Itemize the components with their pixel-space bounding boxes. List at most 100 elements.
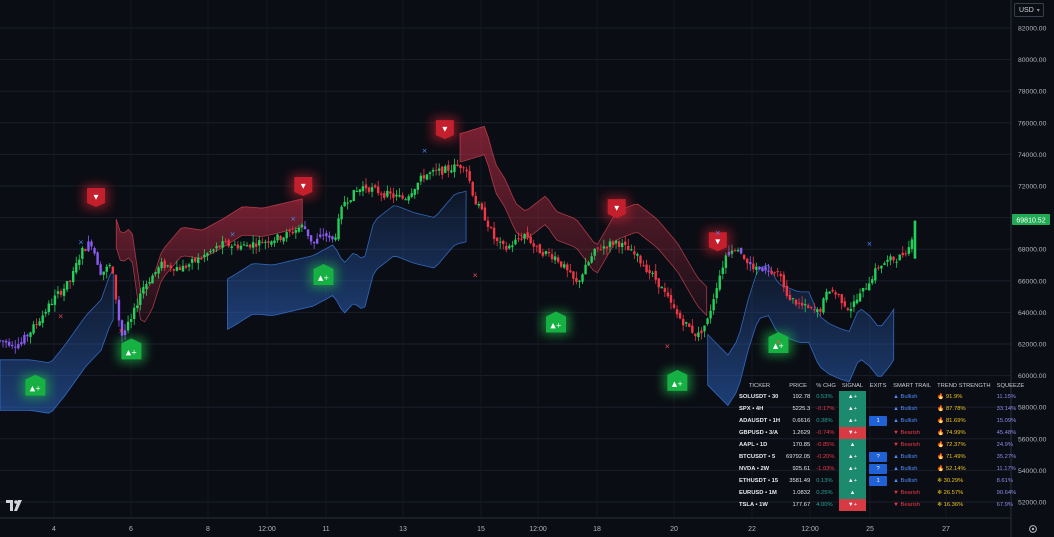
- tradingview-logo[interactable]: [6, 500, 26, 512]
- candle-body: [606, 247, 608, 249]
- smart-trail-cell: ▼ Bearish: [890, 499, 934, 511]
- gear-icon[interactable]: [1028, 524, 1038, 534]
- candle-body: [84, 249, 86, 251]
- trend-strength-cell: 🔥 71.49%: [934, 451, 993, 463]
- change-cell: 0.13%: [813, 475, 839, 487]
- candle-body: [221, 241, 223, 247]
- candle-body: [289, 231, 291, 232]
- ticker-cell: BTCUSDT • 5: [736, 451, 783, 463]
- exit-badge: 1: [869, 416, 887, 426]
- candle-body: [731, 251, 733, 254]
- candle-body: [716, 288, 718, 298]
- sell-signal-marker: ▼: [604, 196, 630, 220]
- candle-body: [706, 319, 708, 324]
- candle-body: [252, 242, 254, 247]
- squeeze-cell: 33.14%: [994, 403, 1028, 415]
- candle-body: [740, 248, 742, 253]
- exit-x-marker: ×: [422, 147, 428, 155]
- time-axis[interactable]: 46812:0011131512:0018202212:002527: [52, 526, 950, 533]
- candle-body: [337, 218, 339, 239]
- candle-body: [475, 196, 477, 205]
- candle-body: [825, 292, 827, 300]
- table-row: ADAUSDT • 1H0.66160.38%▲+1▲ Bullish🔥 81.…: [736, 415, 1027, 427]
- candle-body: [8, 342, 10, 346]
- exit-cell: ?: [866, 451, 890, 463]
- candle-body: [392, 194, 394, 198]
- candle-body: [661, 287, 663, 288]
- candle-body: [310, 235, 312, 241]
- candle-body: [752, 264, 754, 270]
- header-ticker: TICKER: [736, 380, 783, 391]
- candle-body: [0, 340, 1, 341]
- candle-body: [493, 228, 495, 239]
- exit-x-marker: ×: [58, 313, 64, 321]
- price-cell: 1.2629: [783, 427, 813, 439]
- candle-body: [322, 235, 324, 236]
- squeeze-cell: 11.17%: [994, 463, 1028, 475]
- candle-body: [371, 187, 373, 192]
- candle-body: [712, 299, 714, 310]
- candle-body: [758, 267, 760, 270]
- candle-body: [859, 293, 861, 301]
- candle-body: [200, 258, 202, 259]
- candle-body: [490, 227, 492, 228]
- ticker-cell: AAPL • 1D: [736, 439, 783, 451]
- candle-body: [563, 264, 565, 267]
- candle-body: [383, 193, 385, 198]
- candle-body: [240, 246, 242, 250]
- candle-body: [459, 165, 461, 168]
- x-tick-label: 4: [52, 526, 56, 533]
- table-row: AAPL • 1D170.85-0.85%▲▼ Bearish🔥 72.37%2…: [736, 439, 1027, 451]
- exit-x-marker: ×: [230, 231, 236, 239]
- candle-body: [279, 236, 281, 240]
- header-price: PRICE: [783, 380, 813, 391]
- candle-body: [621, 243, 623, 247]
- candle-body: [32, 324, 34, 333]
- ticker-cell: ETHUSDT • 15: [736, 475, 783, 487]
- candle-body: [856, 300, 858, 304]
- candle-body: [191, 259, 193, 263]
- change-cell: -0.17%: [813, 403, 839, 415]
- candle-body: [554, 256, 556, 260]
- svg-text:▲+: ▲+: [318, 274, 329, 282]
- signal-cell: ▲: [839, 439, 866, 451]
- squeeze-cell: 90.64%: [994, 487, 1028, 499]
- currency-selector[interactable]: USD ▾: [1014, 3, 1044, 17]
- candle-body: [267, 241, 269, 242]
- candle-body: [346, 203, 348, 204]
- candle-body: [484, 207, 486, 220]
- candle-body: [886, 260, 888, 262]
- candle-body: [795, 300, 797, 305]
- candle-body: [914, 221, 917, 259]
- ticker-cell: SOLUSDT • 30: [736, 391, 783, 403]
- svg-text:▲+: ▲+: [672, 380, 683, 388]
- candle-body: [773, 272, 775, 273]
- candle-body: [667, 293, 669, 297]
- candle-body: [673, 304, 675, 308]
- table-header-row: TICKER PRICE % CHG SIGNAL EXITS SMART TR…: [736, 380, 1027, 391]
- buy-signal-marker: ▲+: [542, 311, 570, 335]
- candle-body: [420, 176, 422, 182]
- exit-x-marker: ×: [664, 343, 670, 351]
- candle-body: [63, 289, 65, 296]
- candle-body: [514, 240, 516, 245]
- candle-body: [688, 324, 690, 327]
- header-squeeze: SQUEEZE: [994, 380, 1028, 391]
- ticker-cell: GBPUSD • 3/A: [736, 427, 783, 439]
- candle-body: [609, 241, 611, 247]
- candle-body: [517, 238, 519, 239]
- candle-body: [356, 191, 358, 192]
- svg-text:▼: ▼: [715, 237, 720, 245]
- exit-cell: [866, 499, 890, 511]
- candle-body: [209, 251, 211, 252]
- candle-body: [258, 240, 260, 245]
- candle-body: [792, 298, 794, 299]
- candle-body: [151, 276, 153, 284]
- signal-cell: ▲+: [839, 391, 866, 403]
- candle-body: [755, 267, 757, 270]
- candle-body: [368, 188, 370, 192]
- change-cell: -0.74%: [813, 427, 839, 439]
- candle-body: [889, 256, 891, 260]
- candle-body: [426, 175, 428, 180]
- candle-body: [505, 246, 507, 250]
